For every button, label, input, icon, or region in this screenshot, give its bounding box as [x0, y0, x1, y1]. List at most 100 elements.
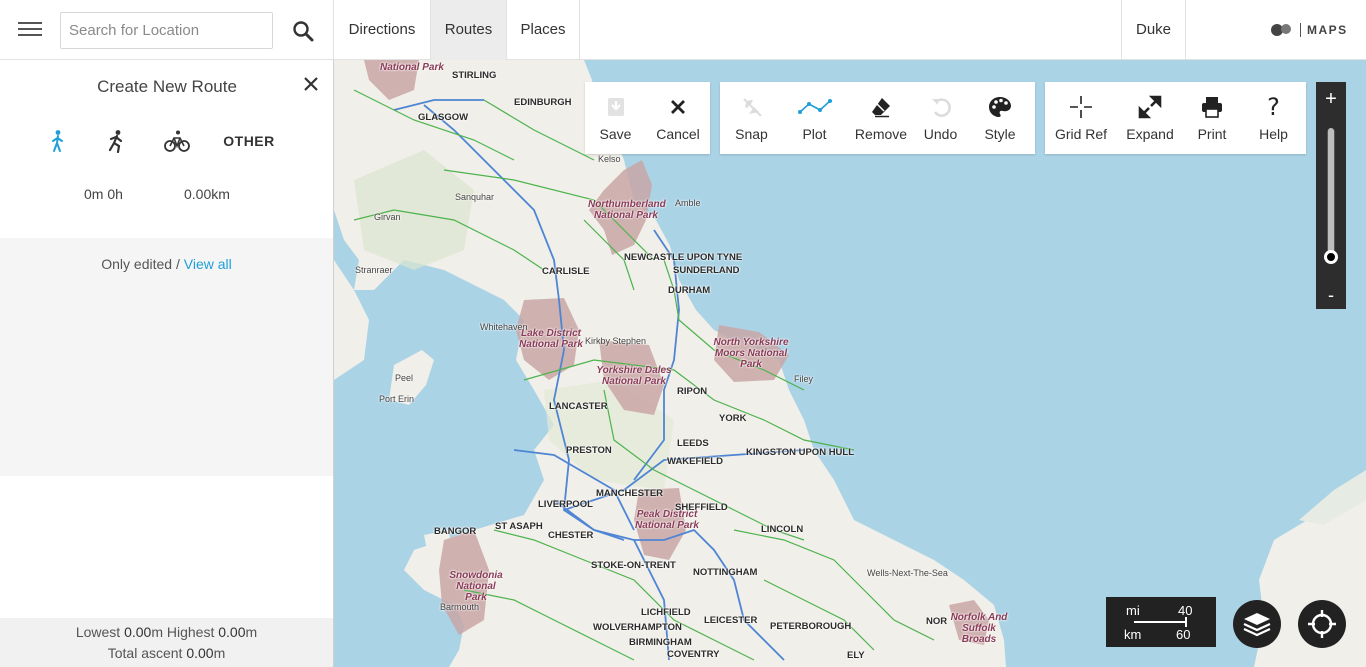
palette-icon	[988, 94, 1012, 120]
ascent-value: 0.00	[186, 645, 214, 661]
os-logo-icon	[1271, 24, 1291, 36]
scale-tick	[1185, 617, 1187, 627]
park-label-northumberland: Northumberland National Park	[588, 199, 666, 221]
scale-km-label: km	[1124, 627, 1142, 642]
plot-icon	[797, 94, 832, 120]
other-mode-button[interactable]: OTHER	[220, 128, 278, 154]
snap-button[interactable]: Snap	[720, 82, 783, 154]
grid-ref-button[interactable]: Grid Ref	[1045, 82, 1117, 154]
style-label: Style	[984, 126, 1016, 142]
filter-row: Only edited / View all	[0, 256, 333, 272]
map-label-ely: ELY	[847, 650, 865, 661]
ascent-unit: m	[213, 645, 226, 661]
tab-places[interactable]: Places	[506, 0, 580, 60]
plot-button[interactable]: Plot	[783, 82, 846, 154]
user-account-button[interactable]: Duke	[1121, 0, 1186, 60]
map-label-edinburgh: EDINBURGH	[514, 97, 572, 108]
map-label-filey: Filey	[794, 374, 814, 384]
highest-unit: m	[245, 624, 258, 640]
park-label-yorkshire-dales: Yorkshire Dales National Park	[596, 365, 672, 387]
locate-me-button[interactable]	[1298, 600, 1346, 648]
map-label-kirkby-stephen: Kirkby Stephen	[585, 336, 647, 346]
scale-km-value: 60	[1176, 627, 1191, 642]
map-label-wolverhampton: WOLVERHAMPTON	[593, 622, 682, 633]
run-icon[interactable]	[102, 128, 130, 154]
elevation-stats: Lowest 0.00m Highest 0.00m Total ascent …	[0, 618, 333, 667]
route-list: Only edited / View all	[0, 238, 333, 476]
zoom-slider-handle[interactable]	[1324, 250, 1338, 265]
map-label-liverpool: LIVERPOOL	[538, 499, 593, 510]
style-button[interactable]: Style	[965, 82, 1035, 154]
remove-label: Remove	[854, 126, 908, 142]
park-label-snowdonia: Snowdonia National Park	[449, 570, 503, 603]
map-label-peterborough: PETERBOROUGH	[770, 621, 852, 632]
zoom-slider-fill	[1328, 128, 1334, 254]
expand-button[interactable]: Expand	[1117, 82, 1183, 154]
map-label-chester: CHESTER	[548, 530, 594, 541]
map-label-durham: DURHAM	[668, 285, 711, 296]
menu-icon[interactable]	[16, 18, 44, 42]
save-label: Save	[599, 126, 632, 142]
layers-icon	[1243, 613, 1271, 637]
map-label-manchester: MANCHESTER	[596, 488, 664, 499]
highest-value: 0.00	[218, 624, 246, 640]
route-sidebar: Create New Route OTHER 0m 0h 0.00km Only…	[0, 60, 334, 667]
close-panel-icon[interactable]	[300, 73, 322, 95]
map-label-glasgow: GLASGOW	[418, 112, 469, 123]
park-label-peak-district: Peak District National Park	[635, 509, 699, 531]
undo-label: Undo	[923, 126, 958, 142]
eraser-icon	[870, 94, 892, 120]
map-label-wells-next-the-sea: Wells-Next-The-Sea	[867, 568, 948, 578]
map-label-leeds: LEEDS	[677, 438, 709, 449]
map-label-sanquhar: Sanquhar	[455, 192, 495, 202]
map-tools-toolbar: Grid Ref Expand Print ? Help	[1045, 82, 1306, 154]
scale-mi-value: 40	[1178, 603, 1193, 618]
print-icon	[1201, 94, 1223, 120]
snap-icon	[740, 94, 764, 120]
panel-title: Create New Route	[97, 77, 237, 96]
map-label-birmingham: BIRMINGHAM	[629, 637, 692, 648]
route-distance: 0.00km	[184, 186, 230, 202]
tab-routes[interactable]: Routes	[430, 0, 506, 60]
route-actions-toolbar: Save Cancel	[585, 82, 710, 154]
map-label-leicester: LEICESTER	[704, 615, 758, 626]
help-icon: ?	[1267, 93, 1280, 121]
print-label: Print	[1197, 126, 1227, 142]
view-all-link[interactable]: View all	[184, 256, 232, 272]
undo-button[interactable]: Undo	[916, 82, 965, 154]
search-input[interactable]	[60, 12, 273, 49]
cancel-label: Cancel	[656, 126, 700, 142]
layers-button[interactable]	[1233, 600, 1281, 648]
map-label-amble: Amble	[675, 198, 701, 208]
map-label-york: YORK	[719, 413, 747, 424]
map-label-kelso: Kelso	[598, 154, 621, 164]
help-label: Help	[1259, 126, 1288, 142]
lowest-label: Lowest	[75, 624, 121, 640]
zoom-slider[interactable]	[1327, 128, 1335, 260]
cancel-button[interactable]: Cancel	[646, 82, 710, 154]
save-button[interactable]: Save	[585, 82, 646, 154]
lowest-value: 0.00	[124, 624, 152, 640]
map-label-bangor: BANGOR	[434, 526, 477, 537]
zoom-out-button[interactable]: -	[1316, 280, 1346, 310]
tab-directions[interactable]: Directions	[333, 0, 430, 60]
help-button[interactable]: ? Help	[1241, 82, 1306, 154]
map-label-preston: PRESTON	[566, 445, 612, 456]
walk-icon[interactable]	[44, 128, 72, 154]
print-button[interactable]: Print	[1183, 82, 1241, 154]
map-label-lancaster: LANCASTER	[549, 401, 608, 412]
map-label-lichfield: LICHFIELD	[641, 607, 691, 618]
route-duration: 0m 0h	[84, 186, 123, 202]
scale-bar: mi 40 km 60	[1106, 597, 1216, 647]
remove-button[interactable]: Remove	[846, 82, 916, 154]
brand-text: MAPS	[1307, 23, 1348, 37]
map-label-st-asaph: ST ASAPH	[495, 521, 543, 532]
map-label-newcastle: NEWCASTLE UPON TYNE	[624, 252, 743, 263]
search-icon[interactable]	[290, 18, 318, 46]
zoom-in-button[interactable]: +	[1316, 84, 1346, 114]
bike-icon[interactable]	[163, 128, 191, 154]
locate-icon	[1308, 610, 1336, 638]
scale-mi-label: mi	[1126, 603, 1140, 618]
route-edit-toolbar: Snap Plot Remove Undo Style	[720, 82, 1035, 154]
map-label-stoke-on-trent: STOKE-ON-TRENT	[591, 560, 676, 571]
